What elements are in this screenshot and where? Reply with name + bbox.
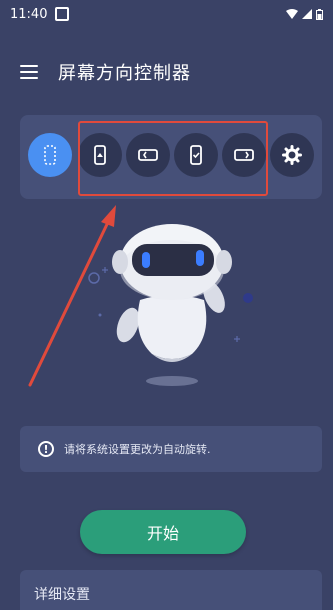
mode-button-auto-rotate[interactable] xyxy=(28,133,72,177)
mode-button-landscape-reverse[interactable] xyxy=(222,133,266,177)
info-icon: ! xyxy=(38,441,54,457)
status-time: 11:40 xyxy=(10,6,48,22)
mode-card xyxy=(20,115,322,199)
hint-text: 请将系统设置更改为自动旋转. xyxy=(64,443,211,456)
portrait-locked-icon xyxy=(94,145,106,165)
app-title: 屏幕方向控制器 xyxy=(58,63,191,84)
start-button[interactable]: 开始 xyxy=(80,510,246,554)
mode-button-settings[interactable] xyxy=(270,133,314,177)
mode-button-portrait[interactable] xyxy=(78,133,122,177)
portrait-dotted-icon xyxy=(44,145,56,165)
details-card[interactable]: 详细设置 xyxy=(20,570,322,610)
app-bar: 屏幕方向控制器 xyxy=(0,52,333,92)
status-bar: 11:40 xyxy=(0,0,333,28)
robot-illustration xyxy=(80,200,260,400)
battery-icon xyxy=(316,8,323,20)
menu-icon[interactable] xyxy=(20,65,38,79)
landscape-icon xyxy=(138,149,158,161)
details-label: 详细设置 xyxy=(34,587,90,603)
gear-icon xyxy=(282,145,302,165)
mode-button-landscape[interactable] xyxy=(126,133,170,177)
status-icons xyxy=(286,8,323,20)
hint-card: ! 请将系统设置更改为自动旋转. xyxy=(20,426,322,472)
mode-button-portrait-reverse[interactable] xyxy=(174,133,218,177)
notification-icon xyxy=(55,7,70,21)
landscape-reverse-icon xyxy=(234,149,254,161)
signal-icon xyxy=(302,9,312,19)
wifi-icon xyxy=(286,9,298,19)
portrait-check-icon xyxy=(190,145,202,165)
